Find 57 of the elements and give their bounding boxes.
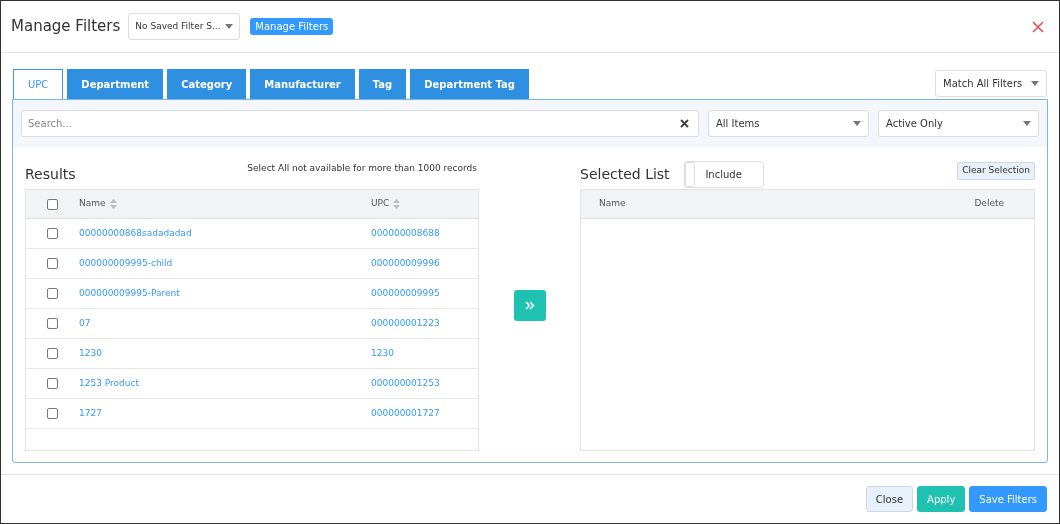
include-toggle[interactable]: Include <box>683 160 764 188</box>
checkbox[interactable] <box>47 198 58 210</box>
filter-tab[interactable]: Department <box>67 69 164 99</box>
name-link[interactable]: 000000009995-Parent <box>79 286 371 301</box>
upc-link[interactable]: 1230 <box>371 346 394 361</box>
filter-select[interactable]: All Items <box>708 110 869 137</box>
upc-link[interactable]: 000000008688 <box>371 226 440 241</box>
column-header: Name <box>599 197 626 211</box>
search-field[interactable]: Search... <box>21 110 699 137</box>
filter-tab[interactable]: Manufacturer <box>250 69 355 99</box>
double-chevron-icon <box>524 300 535 310</box>
name-link[interactable]: 1230 <box>79 346 371 361</box>
window-title: Manage Filters <box>11 16 121 38</box>
caret-icon <box>1031 81 1039 86</box>
footer-button[interactable]: Save Filters <box>969 486 1047 512</box>
checkbox[interactable] <box>47 348 58 359</box>
results-heading: Results <box>25 164 76 184</box>
name-link[interactable]: 00000000868sadadadad <box>79 226 371 241</box>
checkbox[interactable] <box>47 228 58 239</box>
checkbox[interactable] <box>47 288 58 299</box>
caret-icon <box>225 24 234 29</box>
footer-button[interactable]: Close <box>865 486 914 512</box>
checkbox[interactable] <box>47 258 58 269</box>
checkbox[interactable] <box>47 318 58 329</box>
caret-icon <box>1023 121 1031 126</box>
upc-link[interactable]: 000000001727 <box>371 406 440 421</box>
caret-icon <box>853 121 861 126</box>
saved-filter-select[interactable]: No Saved Filter S... <box>128 13 241 40</box>
upc-link[interactable]: 000000009996 <box>371 256 440 271</box>
upc-link[interactable]: 000000001223 <box>371 316 440 331</box>
checkbox[interactable] <box>47 408 58 419</box>
move-right-button[interactable] <box>513 289 546 321</box>
selected-list-heading: Selected List <box>580 164 670 184</box>
column-header[interactable]: Name <box>79 197 106 211</box>
filter-tab[interactable]: Tag <box>358 69 407 99</box>
name-link[interactable]: 1727 <box>79 406 371 421</box>
name-link[interactable]: 1253 Product <box>79 376 371 391</box>
sort-icon <box>393 199 401 209</box>
filter-tab[interactable]: Department Tag <box>410 69 529 99</box>
select-all-note: Select All not available for more than 1000 records <box>247 162 477 175</box>
name-link[interactable]: 000000009995-child <box>79 256 371 271</box>
filter-select[interactable]: Active Only <box>878 110 1039 137</box>
close-icon[interactable] <box>1032 20 1044 33</box>
filter-tab[interactable]: Category <box>167 69 247 99</box>
column-header: Delete <box>974 197 1004 211</box>
checkbox[interactable] <box>47 378 58 389</box>
footer-button[interactable]: Apply <box>917 486 966 512</box>
filter-tab[interactable]: UPC <box>13 69 64 100</box>
name-link[interactable]: 07 <box>79 316 371 331</box>
sort-icon <box>109 199 117 209</box>
upc-link[interactable]: 000000001253 <box>371 376 440 391</box>
clear-selection-button[interactable]: Clear Selection <box>957 162 1035 180</box>
match-select[interactable]: Match All Filters <box>935 70 1047 97</box>
manage-filters-button[interactable]: Manage Filters <box>250 18 334 35</box>
clear-icon[interactable] <box>680 119 689 128</box>
column-header[interactable]: UPC <box>371 197 390 211</box>
upc-link[interactable]: 000000009995 <box>371 286 440 301</box>
